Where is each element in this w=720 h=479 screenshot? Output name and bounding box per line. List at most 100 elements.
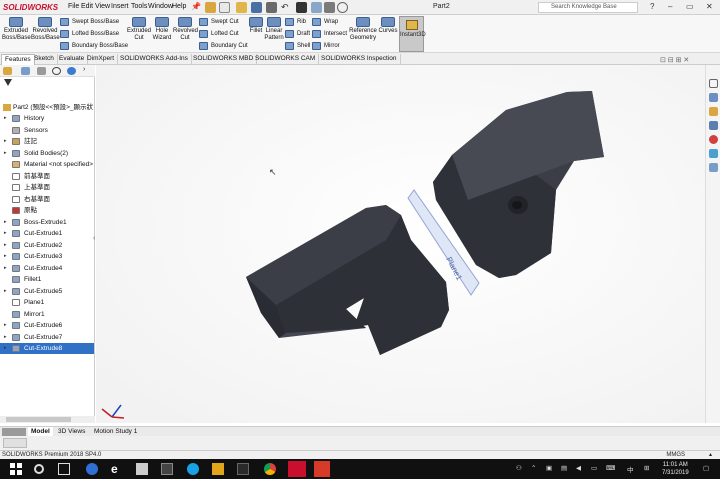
expand-arrow-icon[interactable]: ▸ (4, 228, 7, 239)
system-clock[interactable]: 11:01 AM 7/31/2019 (662, 461, 689, 477)
filter-icon[interactable] (4, 79, 12, 87)
revolved-boss-button[interactable]: Revolved Boss/Base (31, 17, 60, 42)
menu-file[interactable]: File (68, 3, 79, 10)
expand-arrow-icon[interactable]: ▸ (4, 286, 7, 297)
input-language-indicator[interactable]: 中 (627, 464, 634, 474)
custom-properties-icon[interactable] (709, 149, 718, 158)
intersect-button[interactable]: Intersect (312, 29, 347, 39)
solidworks-taskbar-icon[interactable] (314, 461, 330, 477)
appearances-icon[interactable] (709, 135, 718, 144)
feature-tree-icon[interactable] (3, 67, 12, 75)
unit-system[interactable]: MMGS (666, 451, 685, 459)
rib-button[interactable]: Rib (285, 17, 306, 27)
solidworks-taskbar-active-icon[interactable] (288, 461, 306, 477)
print-icon[interactable] (266, 2, 277, 13)
edge-browser-icon[interactable] (86, 463, 98, 475)
tab-mbd[interactable]: SOLIDWORKS MBD (190, 54, 258, 65)
tree-item[interactable]: Sensors (0, 125, 94, 136)
property-manager-icon[interactable] (21, 67, 30, 75)
scroll-thumb[interactable] (6, 417, 71, 422)
minimize-button[interactable]: – (668, 2, 672, 11)
tab-cam[interactable]: SOLIDWORKS CAM (252, 54, 320, 65)
solidworks-forum-icon[interactable] (709, 163, 718, 172)
expand-arrow-icon[interactable]: ▸ (4, 343, 7, 354)
swept-boss-button[interactable]: Swept Boss/Base (60, 17, 119, 27)
expand-arrow-icon[interactable]: ▸ (4, 113, 7, 124)
fillet-button[interactable]: Fillet (248, 17, 264, 35)
design-library-icon[interactable] (709, 93, 718, 102)
home-icon[interactable] (205, 2, 216, 13)
configuration-manager-icon[interactable] (37, 67, 46, 75)
expand-arrow-icon[interactable]: ▸ (4, 148, 7, 159)
tree-item[interactable]: Fillet1 (0, 274, 94, 285)
revolved-cut-button[interactable]: Revolved Cut (173, 17, 198, 42)
menu-insert[interactable]: Insert (111, 3, 129, 10)
chrome-icon[interactable] (264, 463, 276, 475)
file-properties-icon[interactable] (324, 2, 335, 13)
tab-addins[interactable]: SOLIDWORKS Add-Ins (117, 54, 192, 65)
status-arrow-icon[interactable]: ▴ (709, 451, 712, 459)
tree-item[interactable]: 右基準面 (0, 194, 94, 205)
search-knowledge-base-input[interactable]: Search Knowledge Base (538, 2, 638, 13)
dimxpert-manager-icon[interactable] (52, 67, 61, 75)
tree-item[interactable]: ▸ Cut-Extrude5 (0, 286, 94, 297)
select-icon[interactable] (296, 2, 307, 13)
swept-cut-button[interactable]: Swept Cut (199, 17, 239, 27)
tab-inspection[interactable]: SOLIDWORKS Inspection (318, 54, 401, 65)
collapse-panel-icon[interactable]: ‹ (93, 235, 95, 242)
tab-dimxpert[interactable]: DimXpert (84, 54, 119, 65)
people-icon[interactable]: ⚇ (516, 464, 522, 472)
task-view-icon[interactable] (58, 463, 70, 475)
instant3d-button[interactable]: Instant3D (399, 16, 426, 52)
graphics-area[interactable]: ⊡ ⊟ ⊞ ✕ Plane1 ↖ (96, 57, 705, 423)
calculator-icon[interactable] (161, 463, 173, 475)
lofted-boss-button[interactable]: Lofted Boss/Base (60, 29, 119, 39)
shell-button[interactable]: Shell (285, 41, 310, 51)
tree-item[interactable]: Mirror1 (0, 309, 94, 320)
tree-item[interactable]: Material <not specified> (0, 159, 94, 170)
display-icon[interactable]: ▭ (591, 464, 597, 472)
internet-explorer-icon[interactable]: e (111, 463, 118, 475)
tree-horizontal-scrollbar[interactable] (0, 416, 95, 423)
extruded-boss-button[interactable]: Extruded Boss/Base (2, 17, 31, 42)
file-explorer-icon[interactable] (212, 463, 224, 475)
tree-item[interactable]: ▸ Solid Bodies(2) (0, 148, 94, 159)
maximize-button[interactable]: ▭ (686, 2, 694, 11)
tree-root-part[interactable]: Part2 (預設<<預設>_顯示狀 (0, 102, 94, 113)
tree-item[interactable]: 前基準面 (0, 171, 94, 182)
tree-item[interactable]: ▸ Cut-Extrude8 (0, 343, 94, 354)
menu-window[interactable]: Window (148, 3, 173, 10)
expand-arrow-icon[interactable]: ▸ (4, 320, 7, 331)
viewport-window-controls-icon[interactable]: ⊡ ⊟ ⊞ ✕ (660, 56, 689, 64)
tree-item[interactable]: ▸ Cut-Extrude2 (0, 240, 94, 251)
volume-icon[interactable]: ◀ (576, 464, 581, 472)
tree-item[interactable]: ▸ Cut-Extrude6 (0, 320, 94, 331)
expand-right-icon[interactable]: › (83, 66, 85, 73)
tree-item[interactable]: ▸ History (0, 113, 94, 124)
tree-item[interactable]: ▸ Cut-Extrude1 (0, 228, 94, 239)
search-icon[interactable] (34, 464, 44, 474)
lofted-cut-button[interactable]: Lofted Cut (199, 29, 239, 39)
tree-item[interactable]: ▸ Cut-Extrude3 (0, 251, 94, 262)
expand-arrow-icon[interactable]: ▸ (4, 251, 7, 262)
expand-arrow-icon[interactable]: ▸ (4, 136, 7, 147)
menu-tools[interactable]: Tools (131, 3, 147, 10)
pin-icon[interactable]: 📌 (191, 2, 202, 13)
tree-item[interactable]: ▸ 註記 (0, 136, 94, 147)
ie-taskbar-icon[interactable] (187, 463, 199, 475)
expand-arrow-icon[interactable]: ▸ (4, 240, 7, 251)
tab-sketch[interactable]: Sketch (31, 54, 58, 65)
terminal-icon[interactable] (237, 463, 249, 475)
strip-thumbnail[interactable] (3, 438, 27, 448)
undo-icon[interactable]: ↶ (281, 2, 292, 13)
resources-icon[interactable] (709, 79, 718, 88)
curves-button[interactable]: Curves (377, 17, 399, 35)
linear-pattern-button[interactable]: Linear Pattern (264, 17, 284, 42)
expand-arrow-icon[interactable]: ▸ (4, 332, 7, 343)
tab-scroll-arrows-icon[interactable] (2, 428, 26, 436)
rebuild-icon[interactable] (311, 2, 322, 13)
close-button[interactable]: ✕ (706, 2, 713, 11)
tree-item[interactable]: ▸ Boss-Extrude1 (0, 217, 94, 228)
tray-expand-icon[interactable]: ⌃ (531, 464, 536, 472)
store-icon[interactable] (136, 463, 148, 475)
